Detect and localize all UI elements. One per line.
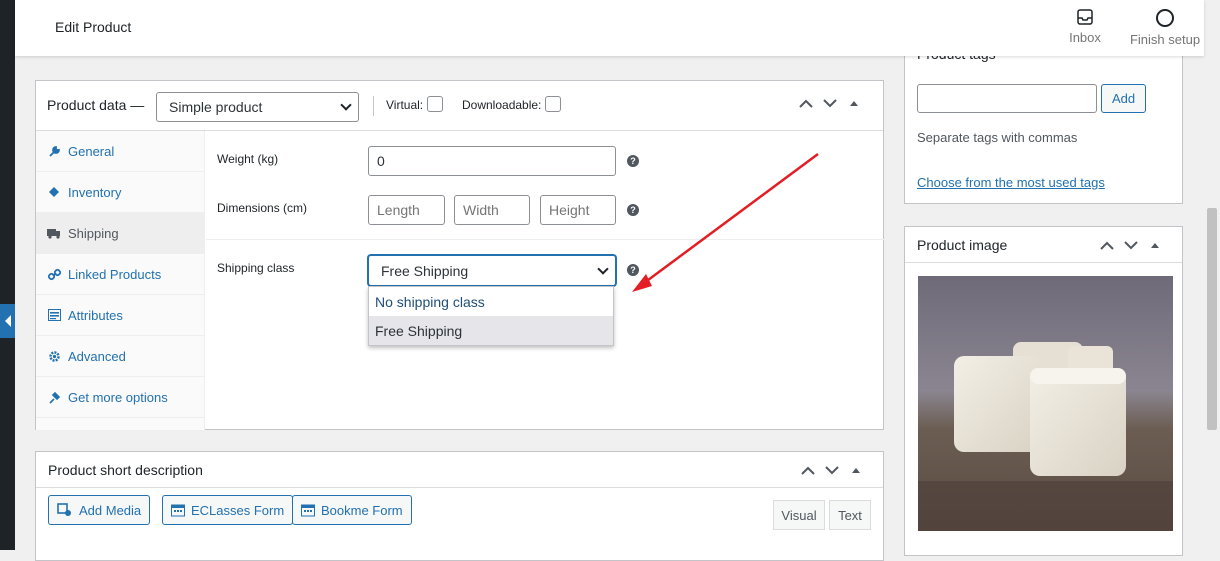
move-up-icon[interactable] [798,97,814,109]
add-tag-button[interactable]: Add [1101,84,1147,113]
product-image-box: Product image [904,226,1183,556]
short-description-title: Product short description [48,462,203,478]
weight-label: Weight (kg) [217,152,279,166]
virtual-label: Virtual: [386,98,424,112]
weight-input[interactable]: 0 [368,146,616,176]
shipping-class-value: Free Shipping [381,262,469,279]
annotation-arrow [632,152,819,292]
box-controls [800,464,864,476]
form-icon [171,504,185,517]
short-description-box: Product short description Add Media ECLa… [35,451,884,561]
finish-setup-label: Finish setup [1129,32,1201,47]
box-controls [1099,239,1163,251]
tab-visual[interactable]: Visual [773,500,825,530]
eclasses-form-button[interactable]: ECLasses Form [162,495,294,525]
short-description-header: Product short description [36,452,883,488]
toggle-panel-icon[interactable] [846,97,862,109]
tab-linked-products[interactable]: Linked Products [36,254,204,295]
truck-icon [47,226,61,240]
page-title: Edit Product [55,19,132,35]
product-image-title: Product image [917,237,1008,253]
tab-inventory[interactable]: Inventory [36,172,204,213]
tab-shipping[interactable]: Shipping [36,213,204,254]
dropdown-option-no-shipping-class[interactable]: No shipping class [369,287,613,316]
product-image-thumbnail[interactable] [918,276,1173,531]
progress-ring-icon [1156,9,1174,27]
page-scrollbar[interactable] [1204,0,1220,550]
add-media-button[interactable]: Add Media [48,495,151,525]
finish-setup-button[interactable]: Finish setup [1127,8,1203,47]
shipping-class-select[interactable]: Free Shipping [368,255,616,286]
product-data-tabs: General Inventory Shipping Linked Produc… [36,131,205,430]
downloadable-checkbox[interactable] [545,96,561,112]
shipping-class-label: Shipping class [217,261,295,275]
product-data-header: Product data — Simple product Virtual: D… [36,81,883,131]
scrollbar-thumb[interactable] [1207,208,1217,430]
media-icon [57,503,73,517]
toggle-panel-icon[interactable] [1147,239,1163,251]
move-up-icon[interactable] [1099,239,1115,251]
bookme-form-button[interactable]: Bookme Form [292,495,412,525]
inbox-icon [1077,9,1093,25]
collapse-menu-button[interactable] [0,304,15,338]
product-tags-box: Product tags Add Separate tags with comm… [904,40,1183,204]
shipping-class-dropdown: No shipping class Free Shipping [368,286,614,346]
tags-note: Separate tags with commas [917,130,1078,145]
tag-input[interactable] [917,84,1097,113]
length-input[interactable]: Length [368,195,445,225]
box-controls [798,97,862,109]
inbox-button[interactable]: Inbox [1063,8,1107,45]
chevron-down-icon [340,99,352,111]
tab-get-more-options[interactable]: Get more options [36,377,204,418]
link-icon [47,267,61,281]
move-up-icon[interactable] [800,464,816,476]
choose-tags-link[interactable]: Choose from the most used tags [917,175,1105,190]
tab-general[interactable]: General [36,131,204,172]
tab-attributes[interactable]: Attributes [36,295,204,336]
product-data-label: Product data — [47,97,145,113]
page-header: Edit Product Inbox Finish setup [15,0,1204,56]
form-icon [301,504,315,517]
inbox-label: Inbox [1069,30,1101,45]
product-type-value: Simple product [169,99,263,115]
diamond-icon [47,185,61,199]
dimensions-label: Dimensions (cm) [217,201,308,215]
move-down-icon[interactable] [824,464,840,476]
product-type-select[interactable]: Simple product [156,92,359,122]
wrench-icon [47,144,61,158]
downloadable-label: Downloadable: [462,98,542,112]
move-down-icon[interactable] [822,97,838,109]
plugin-icon [47,390,61,404]
dropdown-option-free-shipping[interactable]: Free Shipping [369,316,613,345]
tab-advanced[interactable]: Advanced [36,336,204,377]
product-image-header: Product image [905,227,1182,263]
header-divider [373,96,374,116]
list-icon [47,308,61,322]
gear-icon [47,349,61,363]
tab-text[interactable]: Text [829,500,871,530]
admin-sidebar [0,0,15,550]
move-down-icon[interactable] [1123,239,1139,251]
virtual-checkbox[interactable] [427,96,443,112]
width-input[interactable]: Width [454,195,530,225]
toggle-panel-icon[interactable] [848,464,864,476]
